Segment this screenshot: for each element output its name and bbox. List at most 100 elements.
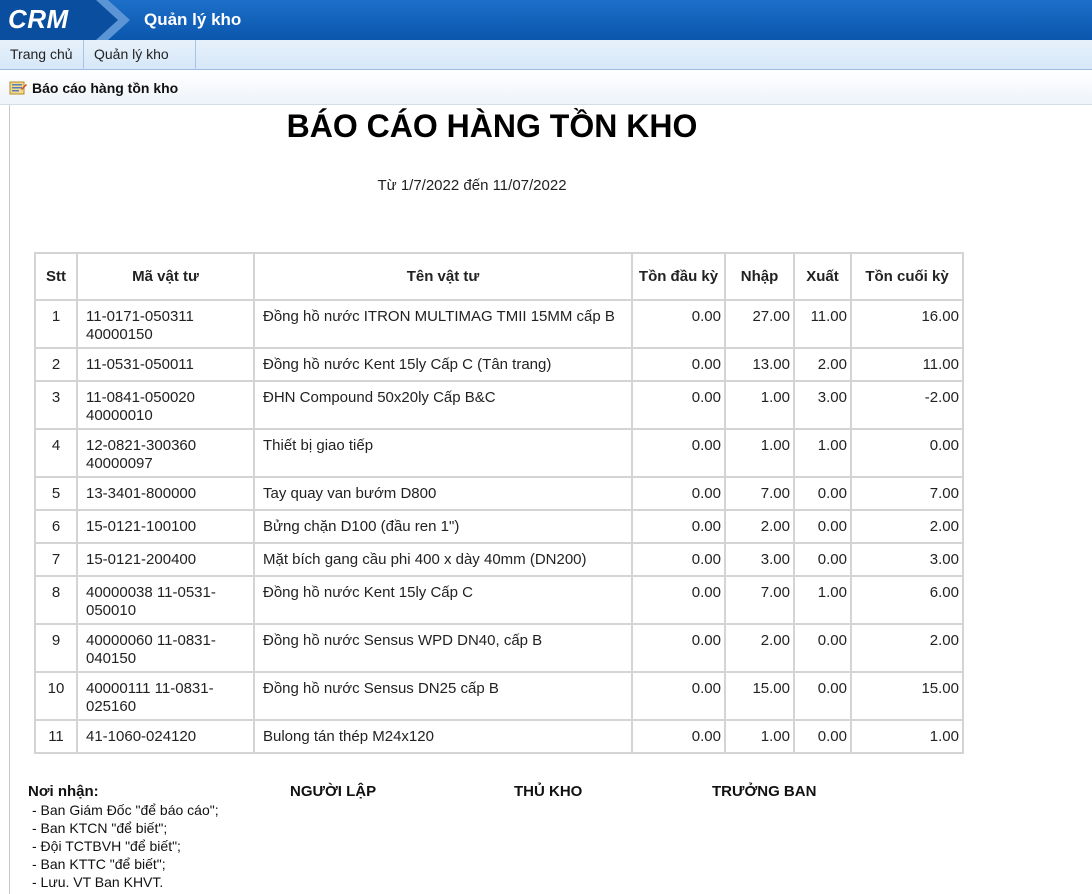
menu-item-warehouse[interactable]: Quản lý kho <box>84 40 196 87</box>
table-row: 4 12-0821-300360 40000097 Thiết bị giao tiế… <box>34 428 964 478</box>
cell-code: 11-0841-050020 40000010 <box>76 380 255 430</box>
table-row: 1 11-0171-050311 40000150 Đồng hồ nước ITRO… <box>34 299 964 349</box>
table-row: 10 40000111 11-0831- 025160 Đồng hồ nước Se… <box>34 671 964 721</box>
cell-code-line: 11-0171-050311 <box>86 308 194 325</box>
cell-opening: 0.00 <box>631 476 726 511</box>
menu-item-home-label: Trang chủ <box>10 46 73 62</box>
cell-opening: 0.00 <box>631 623 726 673</box>
cell-import: 3.00 <box>724 542 795 577</box>
cell-export: 0.00 <box>793 476 852 511</box>
cell-stt: 8 <box>34 575 78 625</box>
table-row: 9 40000060 11-0831- 040150 Đồng hồ nước Sen… <box>34 623 964 673</box>
cell-export: 0.00 <box>793 542 852 577</box>
recipients-title: Nơi nhận: <box>28 783 99 800</box>
cell-code: 11-0171-050311 40000150 <box>76 299 255 349</box>
cell-code: 12-0821-300360 40000097 <box>76 428 255 478</box>
cell-import: 7.00 <box>724 476 795 511</box>
cell-name: Đồng hồ nước ITRON MULTIMAG TMII 15MM cấ… <box>253 299 633 349</box>
cell-code: 11-0531-050011 <box>76 347 255 382</box>
cell-name: Đồng hồ nước Sensus DN25 cấp B <box>253 671 633 721</box>
cell-opening: 0.00 <box>631 671 726 721</box>
table-row: 8 40000038 11-0531- 050010 Đồng hồ nước Ken… <box>34 575 964 625</box>
cell-closing: -2.00 <box>850 380 964 430</box>
cell-code: 13-3401-800000 <box>76 476 255 511</box>
cell-stt: 7 <box>34 542 78 577</box>
cell-code-line: 40000111 11-0831- <box>86 680 214 697</box>
cell-code-line: 40000038 11-0531- <box>86 584 216 601</box>
column-header-import: Nhập <box>724 252 795 301</box>
cell-code-line: 15-0121-100100 <box>86 518 197 535</box>
cell-code-line: 15-0121-200400 <box>86 551 197 568</box>
menu-item-home[interactable]: Trang chủ <box>0 40 84 70</box>
crm-logo[interactable]: CRM <box>0 0 130 40</box>
cell-code-line: 025160 <box>86 698 137 715</box>
cell-export: 0.00 <box>793 623 852 673</box>
report-icon <box>9 81 27 95</box>
column-header-export: Xuất <box>793 252 852 301</box>
recipient-line: - Ban KTCN "để biết"; <box>32 820 168 836</box>
cell-closing: 2.00 <box>850 509 964 544</box>
cell-name: Bửng chặn D100 (đầu ren 1") <box>253 509 633 544</box>
cell-name: Đồng hồ nước Kent 15ly Cấp C <box>253 575 633 625</box>
cell-opening: 0.00 <box>631 428 726 478</box>
cell-opening: 0.00 <box>631 299 726 349</box>
cell-code-line: 11-0531-050011 <box>86 356 194 373</box>
cell-code-line: 13-3401-800000 <box>86 485 197 502</box>
report-title: BÁO CÁO HÀNG TỒN KHO <box>286 108 698 144</box>
signer-head: TRƯỞNG BAN <box>712 783 817 800</box>
column-header-stt: Stt <box>34 252 78 301</box>
cell-code-line: 050010 <box>86 602 137 619</box>
recipient-line: - Ban Giám Đốc "để báo cáo"; <box>32 802 219 818</box>
cell-name: Đồng hồ nước Sensus WPD DN40, cấp B <box>253 623 633 673</box>
signer-preparer: NGƯỜI LẬP <box>290 783 377 800</box>
menu-item-warehouse-label: Quản lý kho <box>94 46 169 62</box>
cell-import: 7.00 <box>724 575 795 625</box>
cell-export: 3.00 <box>793 380 852 430</box>
cell-opening: 0.00 <box>631 509 726 544</box>
cell-code-line: 40000097 <box>86 455 153 472</box>
cell-import: 2.00 <box>724 509 795 544</box>
cell-code: 15-0121-200400 <box>76 542 255 577</box>
cell-opening: 0.00 <box>631 542 726 577</box>
cell-export: 11.00 <box>793 299 852 349</box>
cell-closing: 1.00 <box>850 719 964 754</box>
page-toolbar: Báo cáo hàng tồn kho <box>0 71 1092 105</box>
table-row: 6 15-0121-100100 Bửng chặn D100 (đầu ren 1… <box>34 509 964 544</box>
cell-opening: 0.00 <box>631 380 726 430</box>
cell-import: 1.00 <box>724 428 795 478</box>
signer-storekeeper: THỦ KHO <box>514 783 583 800</box>
cell-name: Đồng hồ nước Kent 15ly Cấp C (Tân trang) <box>253 347 633 382</box>
cell-code: 40000111 11-0831- 025160 <box>76 671 255 721</box>
cell-stt: 3 <box>34 380 78 430</box>
content-divider <box>9 105 10 894</box>
cell-closing: 0.00 <box>850 428 964 478</box>
cell-export: 0.00 <box>793 719 852 754</box>
cell-code-line: 40000010 <box>86 407 153 424</box>
cell-closing: 6.00 <box>850 575 964 625</box>
cell-name: Tay quay van bướm D800 <box>253 476 633 511</box>
logo-text: CRM <box>8 4 69 34</box>
cell-export: 0.00 <box>793 509 852 544</box>
table-header-row: Stt Mã vật tư Tên vật tư Tồn đầu kỳ Nhập… <box>34 252 964 301</box>
column-header-name: Tên vật tư <box>253 252 633 301</box>
cell-closing: 3.00 <box>850 542 964 577</box>
cell-code: 15-0121-100100 <box>76 509 255 544</box>
cell-code: 41-1060-024120 <box>76 719 255 754</box>
recipients-block: Nơi nhận: - Ban Giám Đốc "để báo cáo"; -… <box>28 783 219 891</box>
cell-opening: 0.00 <box>631 719 726 754</box>
cell-import: 1.00 <box>724 719 795 754</box>
cell-closing: 7.00 <box>850 476 964 511</box>
cell-stt: 4 <box>34 428 78 478</box>
cell-code-line: 040150 <box>86 650 137 667</box>
cell-code-line: 12-0821-300360 <box>86 437 197 454</box>
cell-opening: 0.00 <box>631 347 726 382</box>
cell-export: 1.00 <box>793 428 852 478</box>
cell-closing: 2.00 <box>850 623 964 673</box>
cell-code-line: 40000060 11-0831- <box>86 632 216 649</box>
cell-stt: 2 <box>34 347 78 382</box>
cell-stt: 5 <box>34 476 78 511</box>
cell-import: 15.00 <box>724 671 795 721</box>
cell-name: ĐHN Compound 50x20ly Cấp B&C <box>253 380 633 430</box>
column-header-opening: Tồn đầu kỳ <box>631 252 726 301</box>
cell-stt: 1 <box>34 299 78 349</box>
